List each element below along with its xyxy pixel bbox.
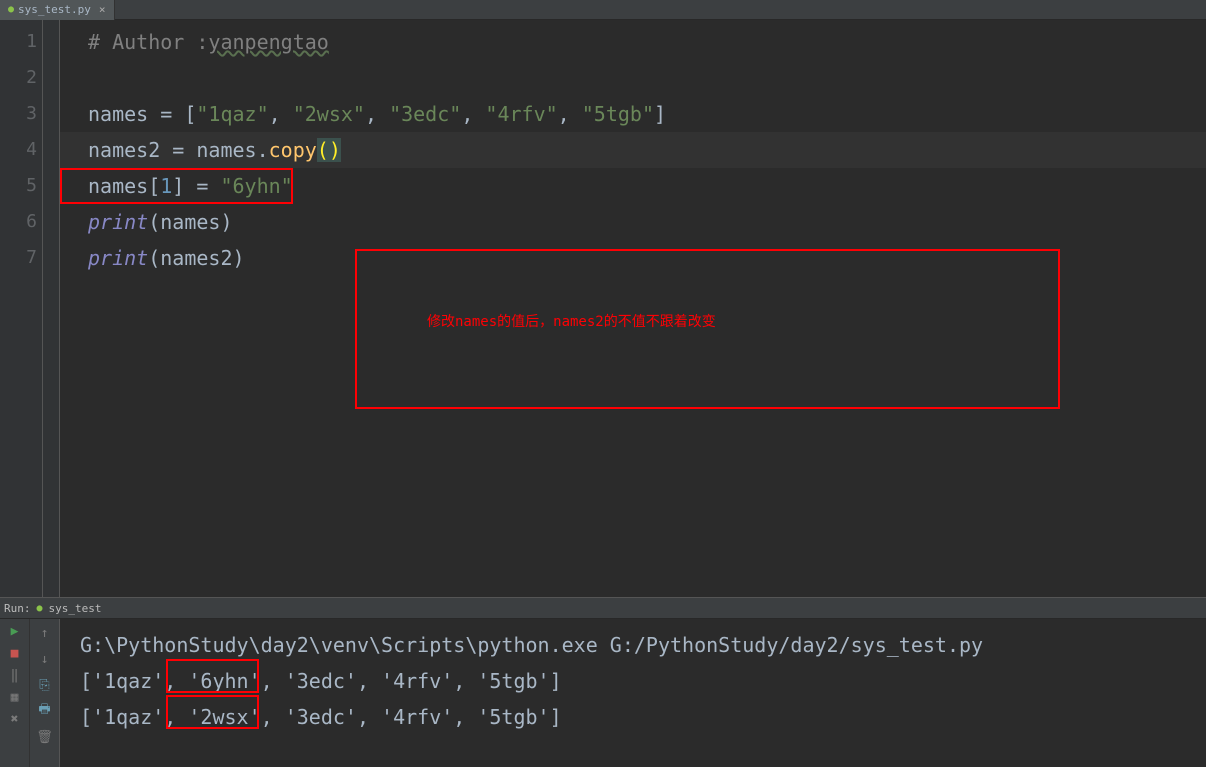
line-number: 5: [0, 168, 59, 204]
annotation-text: 修改names的值后，names2的不值不跟着改变: [427, 314, 716, 330]
line-number: 3: [0, 96, 59, 132]
python-file-icon: ●: [8, 4, 14, 15]
run-console: ▶ ■ ‖ ▦ ✖ ↑ ↓ ⎘ 🖶 🗑 G:\PythonStudy\day2\…: [0, 619, 1206, 767]
indent-guide: [42, 20, 43, 597]
code-editor[interactable]: 1 2 3 4 5 6 7 # Author :yanpengtao names…: [0, 20, 1206, 597]
output-command: G:\PythonStudy\day2\venv\Scripts\python.…: [80, 627, 1206, 663]
code-line-2: [88, 60, 1206, 96]
tab-filename: sys_test.py: [18, 3, 91, 16]
layout-icon[interactable]: ▦: [7, 689, 23, 705]
code-line-3: names = ["1qaz", "2wsx", "3edc", "4rfv",…: [88, 96, 1206, 132]
annotation-box-output-2: [166, 695, 259, 729]
trash-icon[interactable]: 🗑: [37, 729, 53, 745]
line-number: 1: [0, 24, 59, 60]
console-toolbar-right: ↑ ↓ ⎘ 🖶 🗑: [30, 619, 60, 767]
bug-icon[interactable]: ✖: [7, 711, 23, 727]
line-number: 2: [0, 60, 59, 96]
python-run-icon: ●: [37, 603, 43, 614]
editor-tab-bar: ● sys_test.py ×: [0, 0, 1206, 20]
line-number: 4: [0, 132, 59, 168]
run-config-name: sys_test: [49, 602, 102, 615]
export-icon[interactable]: ⎘: [37, 677, 53, 693]
print-icon[interactable]: 🖶: [37, 703, 53, 719]
annotation-box-note: 修改names的值后，names2的不值不跟着改变: [355, 249, 1060, 409]
annotation-box-output-1: [166, 659, 259, 693]
code-content[interactable]: # Author :yanpengtao names = ["1qaz", "2…: [60, 20, 1206, 597]
rerun-icon[interactable]: ▶: [7, 623, 23, 639]
line-number: 7: [0, 240, 59, 276]
pause-icon[interactable]: ‖: [7, 667, 23, 683]
code-line-1: # Author :yanpengtao: [88, 24, 1206, 60]
run-tool-window-header[interactable]: Run: ● sys_test: [0, 597, 1206, 619]
line-number: 6: [0, 204, 59, 240]
stop-icon[interactable]: ■: [7, 645, 23, 661]
close-icon[interactable]: ×: [99, 3, 106, 16]
file-tab[interactable]: ● sys_test.py ×: [0, 0, 115, 20]
console-output[interactable]: G:\PythonStudy\day2\venv\Scripts\python.…: [60, 619, 1206, 767]
up-icon[interactable]: ↑: [37, 625, 53, 641]
down-icon[interactable]: ↓: [37, 651, 53, 667]
run-label: Run:: [4, 602, 31, 615]
console-toolbar-left: ▶ ■ ‖ ▦ ✖: [0, 619, 30, 767]
code-line-6: print(names): [88, 204, 1206, 240]
line-number-gutter: 1 2 3 4 5 6 7: [0, 20, 60, 597]
